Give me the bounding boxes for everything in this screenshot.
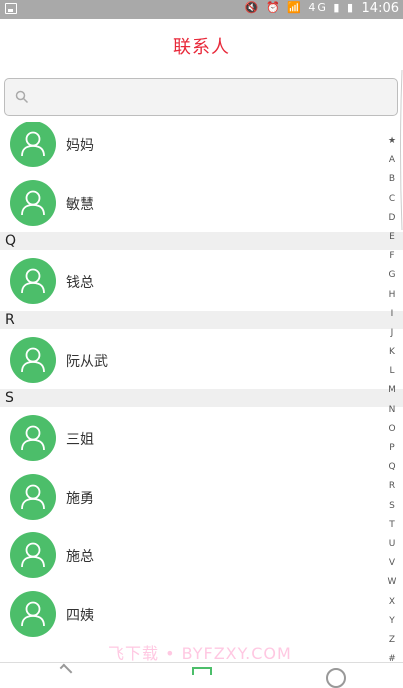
- contact-row[interactable]: 妈妈: [0, 122, 385, 173]
- section-letter: R: [5, 311, 15, 328]
- contact-name: 妈妈: [66, 138, 94, 154]
- contact-row[interactable]: 敏慧: [0, 174, 385, 232]
- index-letter[interactable]: D: [384, 209, 400, 228]
- index-letter[interactable]: ★: [384, 132, 400, 151]
- section-header: R: [0, 310, 403, 329]
- contact-row[interactable]: 四姨: [0, 585, 385, 643]
- search-box[interactable]: [4, 78, 398, 116]
- section-letter: Q: [5, 233, 17, 249]
- contact-row[interactable]: 施勇: [0, 468, 385, 526]
- wifi-icon: 📶: [287, 1, 303, 14]
- index-letter[interactable]: R: [384, 477, 400, 496]
- index-letter[interactable]: E: [384, 228, 400, 247]
- section-header: S: [0, 389, 403, 407]
- contact-row[interactable]: 阮从武: [0, 331, 385, 389]
- index-letter[interactable]: I: [384, 305, 400, 324]
- avatar-icon: [10, 473, 56, 520]
- contact-name: 施勇: [66, 490, 94, 507]
- tab-up-icon[interactable]: [59, 663, 73, 677]
- avatar-icon: [10, 532, 56, 578]
- avatar-icon: [10, 336, 56, 383]
- contact-row[interactable]: 三姐: [0, 409, 385, 467]
- tab-profile-icon[interactable]: [326, 668, 346, 688]
- contact-row[interactable]: 施总: [0, 526, 385, 584]
- screenshot-icon: [5, 3, 17, 14]
- contact-name: 阮从武: [66, 353, 108, 370]
- index-letter[interactable]: F: [384, 247, 400, 266]
- search-input[interactable]: [35, 85, 389, 111]
- contact-name: 钱总: [66, 275, 94, 291]
- contact-name: 敏慧: [66, 196, 94, 213]
- index-letter[interactable]: P: [384, 439, 400, 458]
- mute-icon: 🔇: [244, 1, 261, 14]
- index-letter[interactable]: T: [384, 516, 400, 535]
- section-header: Q: [0, 232, 403, 250]
- contact-name: 施总: [66, 549, 94, 565]
- alarm-icon: ⏰: [265, 1, 282, 14]
- index-letter[interactable]: Y: [384, 612, 400, 631]
- index-letter[interactable]: L: [384, 362, 400, 381]
- signal-icon: ▮: [333, 1, 342, 14]
- contact-name: 三姐: [66, 432, 94, 448]
- contact-list[interactable]: 妈妈敏慧 Q 钱总 R 阮从武 S 三姐施勇施总四姨: [0, 122, 403, 662]
- index-letter[interactable]: Q: [384, 458, 400, 477]
- avatar-icon: [10, 258, 56, 304]
- index-letter[interactable]: G: [384, 266, 400, 285]
- index-letter[interactable]: W: [384, 573, 400, 592]
- avatar-icon: [10, 179, 56, 226]
- index-letter[interactable]: H: [384, 286, 400, 305]
- contact-row[interactable]: 钱总: [0, 252, 385, 310]
- index-letter[interactable]: K: [384, 343, 400, 362]
- title-bar: 联系人: [0, 19, 403, 74]
- status-bar: 🔇 ⏰ 📶 4G ▮ ▮ 14:06: [0, 0, 403, 19]
- avatar-icon: [10, 122, 56, 167]
- avatar-icon: [10, 590, 56, 637]
- bottom-tab-bar: [0, 662, 403, 688]
- index-letter[interactable]: X: [384, 593, 400, 612]
- search-icon: [15, 90, 29, 104]
- status-icons: 🔇 ⏰ 📶 4G ▮ ▮: [245, 1, 355, 14]
- alphabet-index-bar[interactable]: ★ A B C D E F G H I J K L M N O P Q R S T U V W X Y Z #: [384, 132, 400, 669]
- battery-icon: ▮: [346, 1, 355, 14]
- page-title: 联系人: [173, 37, 230, 58]
- index-letter[interactable]: J: [384, 324, 400, 343]
- index-letter[interactable]: Z: [384, 631, 400, 650]
- index-letter[interactable]: M: [384, 381, 400, 400]
- index-letter[interactable]: U: [384, 535, 400, 554]
- index-letter[interactable]: N: [384, 401, 400, 420]
- avatar-icon: [10, 415, 56, 461]
- index-letter[interactable]: O: [384, 420, 400, 439]
- network-type: 4G: [308, 1, 328, 14]
- contact-name: 四姨: [66, 607, 94, 624]
- status-time: 14:06: [361, 1, 399, 16]
- index-letter[interactable]: B: [384, 170, 400, 189]
- watermark: 飞下载 • BYFZXY.COM: [108, 644, 292, 663]
- index-letter[interactable]: S: [384, 497, 400, 516]
- index-letter[interactable]: A: [384, 151, 400, 170]
- section-letter: S: [5, 390, 14, 406]
- index-letter[interactable]: C: [384, 190, 400, 209]
- index-letter[interactable]: V: [384, 554, 400, 573]
- tab-contacts-icon[interactable]: [192, 667, 212, 675]
